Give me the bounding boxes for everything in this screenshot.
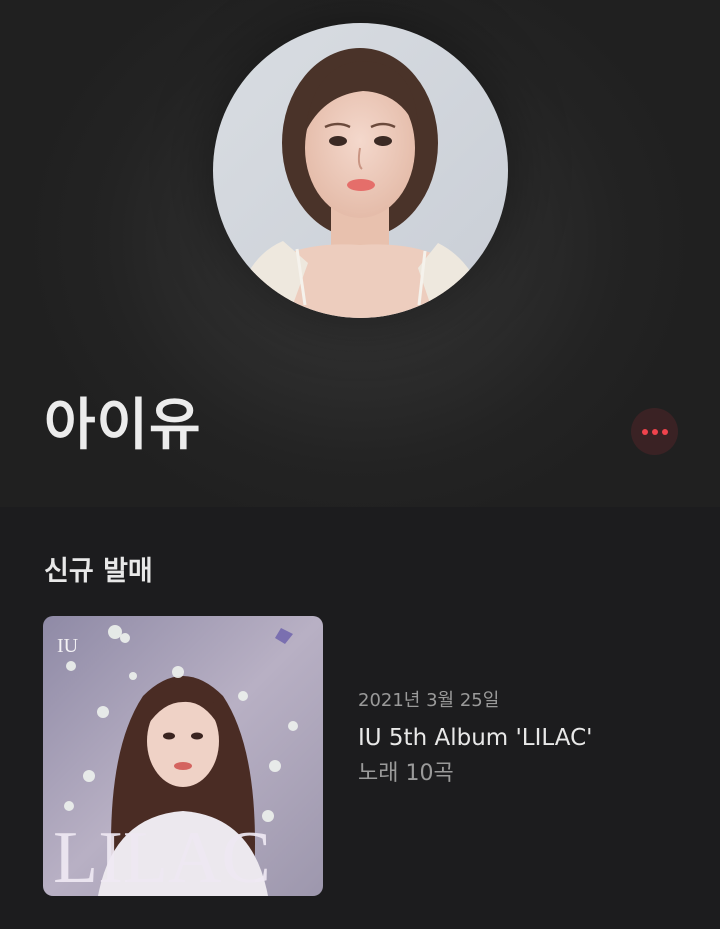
album-card[interactable]: IU LILAC 2021년 3월 25일 IU 5th Album 'LILA… <box>43 616 683 898</box>
ellipsis-icon <box>661 428 668 435</box>
artist-photo <box>213 23 508 318</box>
artist-header: 아이유 <box>0 0 720 507</box>
more-options-button[interactable] <box>631 408 678 455</box>
artist-page: 아이유 신규 발매 IU LILAC 2021년 3월 25일 IU 5th A… <box>0 0 720 929</box>
album-cover[interactable]: IU LILAC <box>43 616 323 896</box>
section-title: 신규 발매 <box>44 556 153 587</box>
album-art: IU LILAC <box>43 616 323 896</box>
album-track-count: 노래 10곡 <box>358 761 454 786</box>
artist-avatar <box>213 23 508 318</box>
album-info: 2021년 3월 25일 IU 5th Album 'LILAC' 노래 10곡 <box>358 692 592 785</box>
ellipsis-icon <box>641 428 648 435</box>
cover-logo: IU <box>57 635 79 657</box>
cover-title: LILAC <box>53 817 271 896</box>
album-title[interactable]: IU 5th Album 'LILAC' <box>358 727 592 750</box>
album-release-date: 2021년 3월 25일 <box>358 690 500 711</box>
new-release-section: 신규 발매 IU LILAC 2021년 3월 25일 IU 5th Album… <box>0 507 720 929</box>
artist-name: 아이유 <box>44 393 202 458</box>
ellipsis-icon <box>651 428 658 435</box>
